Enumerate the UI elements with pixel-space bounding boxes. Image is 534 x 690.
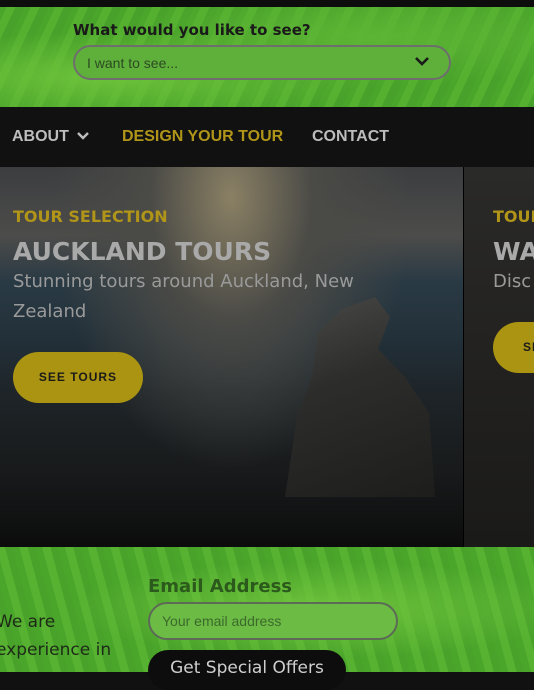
search-banner: What would you like to see? I want to se… — [0, 7, 534, 107]
slide-kicker: TOUR SELECTION — [13, 207, 168, 226]
nav-about-label: ABOUT — [12, 128, 69, 145]
email-label: Email Address — [148, 576, 293, 597]
nav-about[interactable]: ABOUT — [12, 128, 90, 146]
slide-auckland: TOUR SELECTION AUCKLAND TOURS Stunning t… — [0, 167, 463, 547]
nav-design-your-tour[interactable]: DESIGN YOUR TOUR — [122, 128, 283, 146]
slide-kicker: TOUR SELECTION — [493, 207, 534, 226]
hero-carousel: TOUR SELECTION AUCKLAND TOURS Stunning t… — [0, 167, 534, 547]
about-line1: We are — [0, 612, 56, 632]
chevron-down-icon — [415, 57, 429, 66]
newsletter-section: We are experience in Email Address Your … — [0, 547, 534, 690]
chevron-down-icon — [77, 132, 90, 140]
tour-select-placeholder: I want to see... — [87, 55, 179, 71]
slide-title: AUCKLAND TOURS — [13, 237, 272, 266]
slide-subtitle: Disc — [493, 271, 532, 292]
nav-contact[interactable]: CONTACT — [312, 128, 389, 146]
get-special-offers-button[interactable]: Get Special Offers — [148, 650, 346, 690]
slide-title: WA — [493, 237, 534, 266]
email-field[interactable]: Your email address — [148, 602, 398, 640]
see-tours-button[interactable]: SEE TOURS — [13, 352, 143, 403]
about-line2: experience in — [0, 640, 112, 660]
main-nav: ABOUT DESIGN YOUR TOUR CONTACT — [0, 107, 534, 167]
top-bar — [0, 0, 534, 7]
slide-subtitle-line2: Zealand — [13, 301, 87, 322]
tour-select[interactable]: I want to see... — [73, 45, 451, 80]
about-text: We are experience in — [0, 608, 126, 664]
slide-subtitle-line1: Stunning tours around Auckland, New — [13, 271, 354, 292]
slide-subtitle: Stunning tours around Auckland, New Zeal… — [13, 267, 354, 327]
search-label: What would you like to see? — [73, 21, 311, 39]
coastal-rock-image — [285, 297, 435, 497]
